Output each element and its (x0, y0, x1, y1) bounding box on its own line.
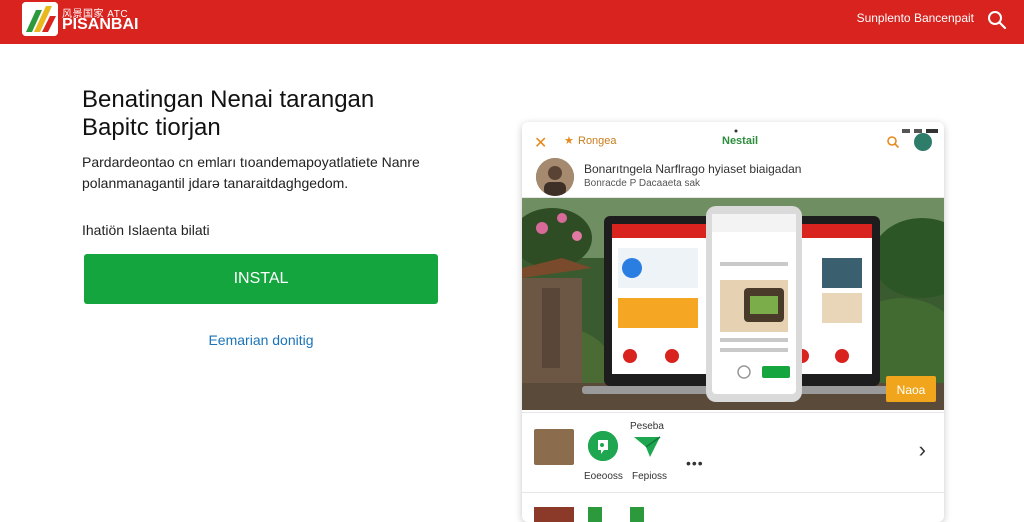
chevron-left-icon[interactable]: ✕ (534, 133, 547, 153)
profile-subtitle: Bonracde P Dacaaeta sak (584, 178, 701, 189)
logo-wordmark: PISANBAI (62, 16, 139, 33)
profile-row: Bonarıtngela Narflrago hyiaset biaigadan… (522, 158, 944, 198)
avatar (536, 158, 574, 196)
user-avatar[interactable] (914, 133, 932, 151)
chat-icon[interactable] (588, 431, 618, 461)
page-title: Benatingan Nenai tarangan Bapitc tiorjan (82, 86, 375, 141)
card-toolbar: ✕ ★ Rongea Nestail (522, 128, 944, 158)
send-icon[interactable] (632, 431, 662, 461)
page-description: Pardardeontao cn emları tıoandemapoyatla… (82, 154, 420, 191)
chevron-right-icon[interactable]: › (919, 437, 926, 463)
brand-logo[interactable] (22, 2, 58, 36)
thumbnail[interactable] (534, 429, 574, 465)
search-icon[interactable] (986, 9, 1008, 31)
shortcuts-row: Peseba Eoeooss Fepioss ••• › (522, 412, 944, 492)
shortcut-label: Eoeooss (584, 471, 623, 482)
top-link[interactable]: Sunplento Bancenpait (857, 11, 974, 25)
star-icon: ★ (564, 135, 574, 147)
shortcut-label: Fepioss (632, 471, 668, 482)
search-icon[interactable] (886, 135, 900, 152)
toolbar-star-label: Rongea (578, 135, 617, 147)
app-preview-card: ✕ ★ Rongea Nestail Bonarıtngela Narflrag… (522, 122, 944, 522)
install-button[interactable]: INSTAL (84, 254, 438, 304)
profile-name: Bonarıtngela Narflrago hyiaset biaigadan (584, 162, 802, 176)
toolbar-title: Nestail (722, 135, 759, 147)
nearby-badge[interactable]: Naoa (897, 383, 926, 397)
app-screenshot-image: Naoa (522, 198, 944, 410)
more-icon[interactable]: ••• (686, 455, 704, 471)
top-navigation-bar: 风景国家 ATC PISANBAI Sunplento Bancenpait (0, 0, 1024, 44)
list-item (522, 492, 944, 522)
secondary-link[interactable]: Eemarian donitig (84, 332, 438, 348)
install-caption: Ihatiön Islaenta bilati (82, 222, 210, 238)
